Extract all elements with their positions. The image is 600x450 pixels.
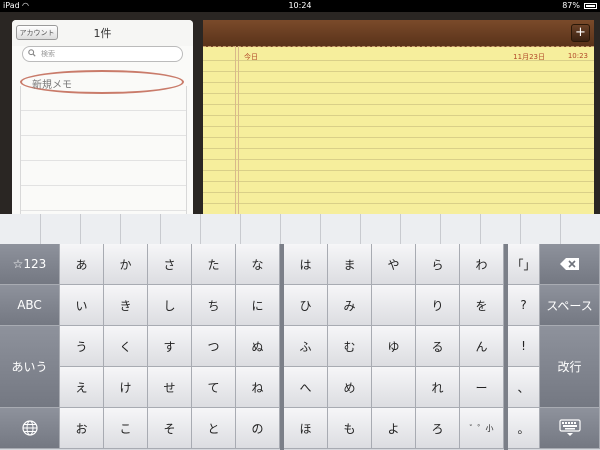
punct-key[interactable]: 、 [508, 367, 540, 408]
punct-key[interactable]: ? [508, 285, 540, 326]
blank-key[interactable] [372, 285, 416, 326]
kana-key[interactable]: く [104, 326, 148, 367]
ruled-lines [203, 50, 594, 214]
kana-key[interactable]: え [60, 367, 104, 408]
kana-key[interactable]: ら [416, 244, 460, 285]
note-date: 11月23日 [513, 53, 545, 61]
list-rows [20, 86, 187, 214]
kana-key[interactable]: ろ [416, 408, 460, 449]
punct-key[interactable]: ! [508, 326, 540, 367]
delete-key[interactable] [540, 244, 600, 285]
note-pad[interactable]: + 今日 11月23日 10:23 [203, 20, 594, 214]
kana-key[interactable]: れ [416, 367, 460, 408]
blank-key[interactable] [372, 367, 416, 408]
globe-icon [21, 420, 38, 436]
kana-key[interactable]: ん [460, 326, 504, 367]
kana-key[interactable]: ち [192, 285, 236, 326]
list-item-title: 新規メモ [32, 80, 72, 91]
kana-key[interactable]: す [148, 326, 192, 367]
search-placeholder: 検索 [41, 50, 55, 58]
kana-key[interactable]: み [328, 285, 372, 326]
kana-key[interactable]: お [60, 408, 104, 449]
symbol-mode-key[interactable]: ☆123 [0, 244, 60, 285]
search-field[interactable]: 検索 [22, 46, 183, 62]
notes-count-title: 1件 [93, 27, 112, 40]
kana-key[interactable]: う [60, 326, 104, 367]
add-note-button[interactable]: + [571, 24, 590, 42]
kana-key[interactable]: ー [460, 367, 504, 408]
status-bar: iPad ◠ 10:24 87% [0, 0, 600, 12]
note-time: 10:23 [567, 52, 588, 60]
list-header: アカウント 1件 [12, 20, 193, 46]
kana-key[interactable]: る [416, 326, 460, 367]
kana-key[interactable]: ふ [284, 326, 328, 367]
kana-key[interactable]: さ [148, 244, 192, 285]
kana-key[interactable]: ま [328, 244, 372, 285]
search-icon [28, 49, 36, 57]
kana-key[interactable]: て [192, 367, 236, 408]
kana-key[interactable]: よ [372, 408, 416, 449]
space-key[interactable]: スペース [540, 285, 600, 326]
keyboard-hide-icon [558, 419, 581, 436]
candidate-bar [0, 214, 600, 245]
abc-mode-key[interactable]: ABC [0, 285, 60, 326]
status-time: 10:24 [288, 1, 312, 10]
kana-mode-key[interactable]: あいう [0, 326, 60, 408]
kana-key[interactable]: せ [148, 367, 192, 408]
battery-percent: 87% [562, 1, 580, 10]
kana-key[interactable]: め [328, 367, 372, 408]
punct-key[interactable]: 。 [508, 408, 540, 449]
kana-key[interactable]: ね [236, 367, 280, 408]
punct-key[interactable]: 「」 [508, 244, 540, 285]
kana-key[interactable]: ひ [284, 285, 328, 326]
kana-key[interactable]: の [236, 408, 280, 449]
kana-key[interactable]: け [104, 367, 148, 408]
kana-key[interactable]: む [328, 326, 372, 367]
kana-key[interactable]: な [236, 244, 280, 285]
delete-icon [559, 258, 579, 270]
kana-key[interactable]: た [192, 244, 236, 285]
note-header: + [203, 20, 594, 47]
note-today-label: 今日 [244, 53, 258, 61]
japanese-keyboard: ☆123 ABC あいうあかさたないきしちにうくすつぬえけせてねおこそとの はまやらわ… [0, 214, 600, 450]
return-key[interactable]: 改行 [540, 326, 600, 408]
kana-key[interactable]: と [192, 408, 236, 449]
notes-list-panel: アカウント 1件 検索 [12, 20, 193, 214]
hide-keyboard-key[interactable] [540, 408, 600, 449]
kana-key[interactable]: わ [460, 244, 504, 285]
kana-key[interactable]: ほ [284, 408, 328, 449]
kana-key[interactable]: ゆ [372, 326, 416, 367]
list-item[interactable]: 新規メモ [20, 70, 184, 94]
kana-key[interactable]: へ [284, 367, 328, 408]
kana-key[interactable]: ゛゜小 [460, 408, 504, 449]
kana-key[interactable]: あ [60, 244, 104, 285]
kana-key[interactable]: き [104, 285, 148, 326]
kana-key[interactable]: り [416, 285, 460, 326]
kana-key[interactable]: は [284, 244, 328, 285]
battery-icon [584, 3, 597, 9]
kana-key[interactable]: か [104, 244, 148, 285]
kana-key[interactable]: つ [192, 326, 236, 367]
kana-key[interactable]: い [60, 285, 104, 326]
kana-key[interactable]: も [328, 408, 372, 449]
kana-key[interactable]: を [460, 285, 504, 326]
kana-key[interactable]: ぬ [236, 326, 280, 367]
globe-key[interactable] [0, 408, 60, 449]
kana-key[interactable]: や [372, 244, 416, 285]
kana-key[interactable]: に [236, 285, 280, 326]
kana-key[interactable]: し [148, 285, 192, 326]
kana-key[interactable]: そ [148, 408, 192, 449]
kana-key[interactable]: こ [104, 408, 148, 449]
